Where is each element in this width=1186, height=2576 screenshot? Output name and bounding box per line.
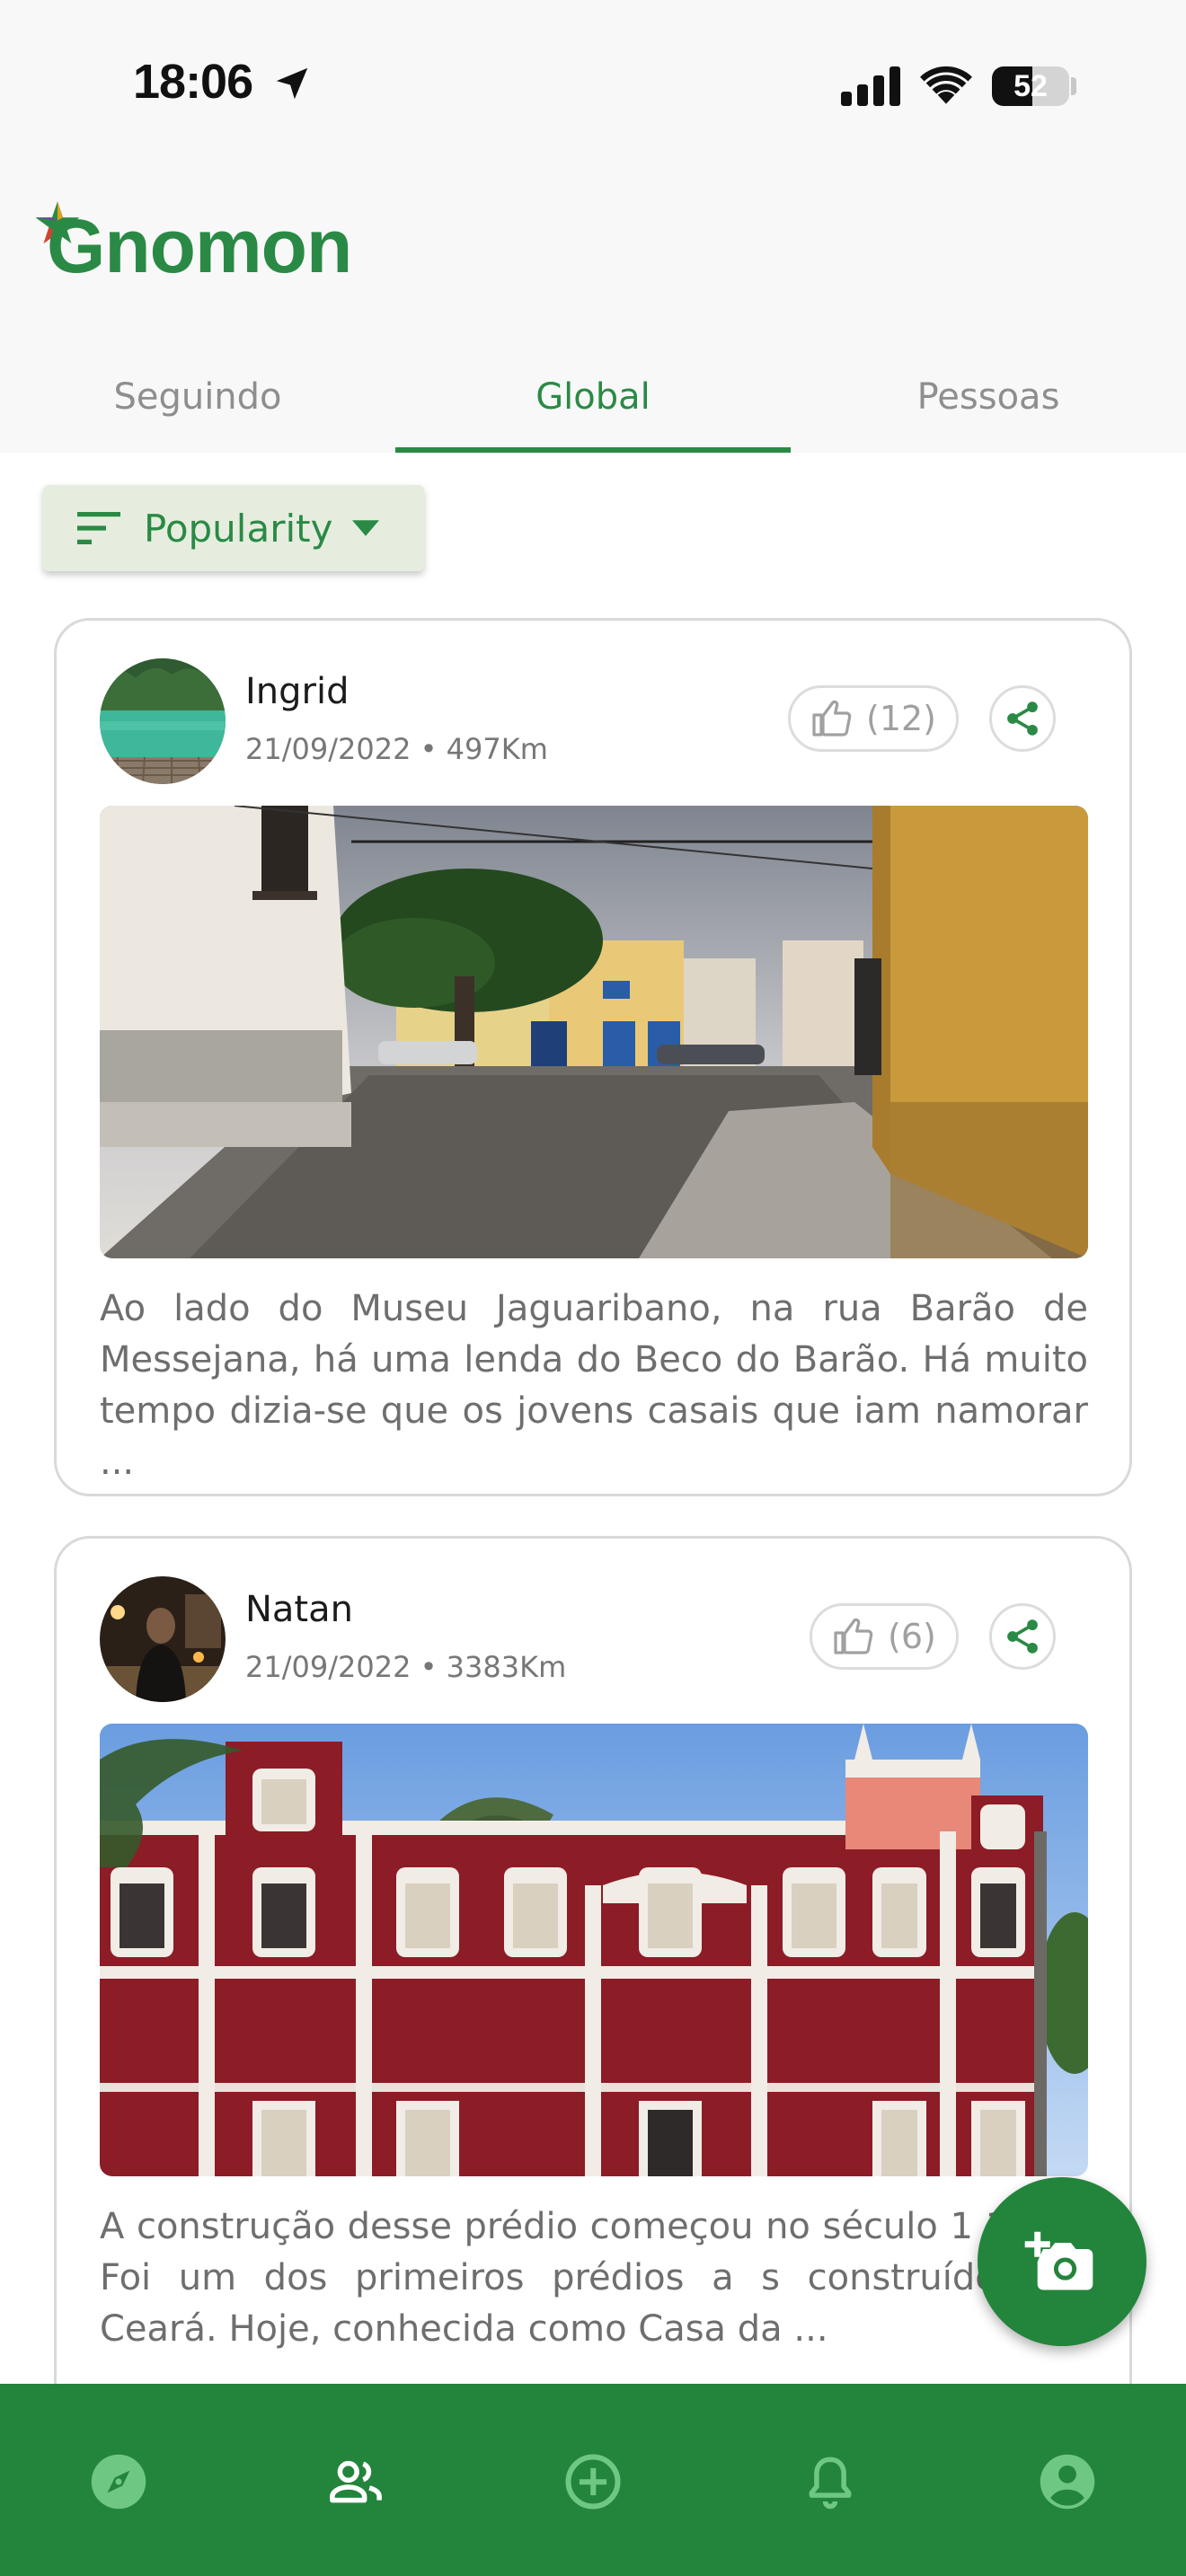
- thumbs-up-icon: [834, 1618, 873, 1654]
- post-author[interactable]: Natan: [245, 1589, 353, 1630]
- compass-icon: [91, 2454, 146, 2510]
- red-building-image: [100, 1724, 1088, 2176]
- post-description: Ao lado do Museu Jaguaribano, na rua Bar…: [100, 1288, 1088, 1483]
- caret-down-icon: [352, 520, 380, 536]
- tab-global[interactable]: Global: [395, 341, 791, 453]
- bell-icon: [809, 2457, 852, 2510]
- add-circle-icon: [565, 2454, 621, 2510]
- bottom-nav: [0, 2384, 1186, 2576]
- share-button[interactable]: [989, 685, 1056, 752]
- sort-dropdown-button[interactable]: Popularity: [43, 485, 424, 571]
- people-icon: [330, 2460, 382, 2503]
- status-bar: 18:06 52: [0, 0, 1186, 171]
- new-photo-post-button[interactable]: [978, 2177, 1146, 2346]
- share-icon: [1007, 701, 1038, 736]
- sort-icon: [77, 512, 120, 544]
- nav-explore[interactable]: [87, 2450, 150, 2513]
- alley-street-image: [100, 806, 1088, 1258]
- profile-icon: [1040, 2454, 1095, 2510]
- like-count: (12): [866, 699, 937, 738]
- battery-percent: 52: [1013, 68, 1048, 103]
- nav-community[interactable]: [324, 2450, 387, 2513]
- post-meta: 21/09/2022 • 3383Km: [245, 1650, 567, 1684]
- like-count: (6): [888, 1617, 936, 1656]
- like-button[interactable]: (6): [810, 1603, 959, 1670]
- location-arrow-icon: [276, 67, 308, 100]
- avatar[interactable]: [100, 658, 226, 784]
- status-time: 18:06: [133, 55, 253, 109]
- post-photo[interactable]: [100, 806, 1088, 1258]
- like-button[interactable]: (12): [788, 685, 960, 752]
- sort-label: Popularity: [144, 506, 333, 551]
- share-button[interactable]: [989, 1603, 1056, 1670]
- nav-notifications[interactable]: [799, 2450, 862, 2513]
- post-card[interactable]: Ingrid 21/09/2022 • 497Km (12) Ao lado d…: [54, 618, 1132, 1496]
- tab-pessoas[interactable]: Pessoas: [791, 341, 1186, 453]
- feed-tabs: Seguindo Global Pessoas: [0, 341, 1186, 453]
- wifi-icon: [920, 66, 972, 104]
- share-icon: [1007, 1619, 1038, 1654]
- signal-icon: [841, 66, 900, 106]
- nav-profile[interactable]: [1036, 2450, 1099, 2513]
- post-meta: 21/09/2022 • 497Km: [245, 732, 548, 766]
- post-photo[interactable]: [100, 1724, 1088, 2176]
- battery-cap: [1071, 77, 1076, 95]
- battery-indicator: 52: [992, 66, 1069, 106]
- nav-add[interactable]: [562, 2450, 624, 2513]
- post-author[interactable]: Ingrid: [245, 671, 350, 712]
- post-description: A construção desse prédio começou no séc…: [100, 2206, 1088, 2350]
- avatar[interactable]: [100, 1576, 226, 1702]
- avatar-night-portrait-image: [100, 1576, 226, 1702]
- avatar-lagoon-image: [100, 658, 226, 784]
- tab-seguindo[interactable]: Seguindo: [0, 341, 395, 453]
- app-title: Gnomon: [47, 204, 352, 288]
- thumbs-up-icon: [812, 700, 852, 737]
- feed[interactable]: Popularity Ingrid 21/09/2022 • 497Km (12…: [0, 453, 1186, 2384]
- add-photo-icon: [1024, 2231, 1093, 2290]
- post-card[interactable]: Natan 21/09/2022 • 3383Km (6) A construç…: [54, 1536, 1132, 2384]
